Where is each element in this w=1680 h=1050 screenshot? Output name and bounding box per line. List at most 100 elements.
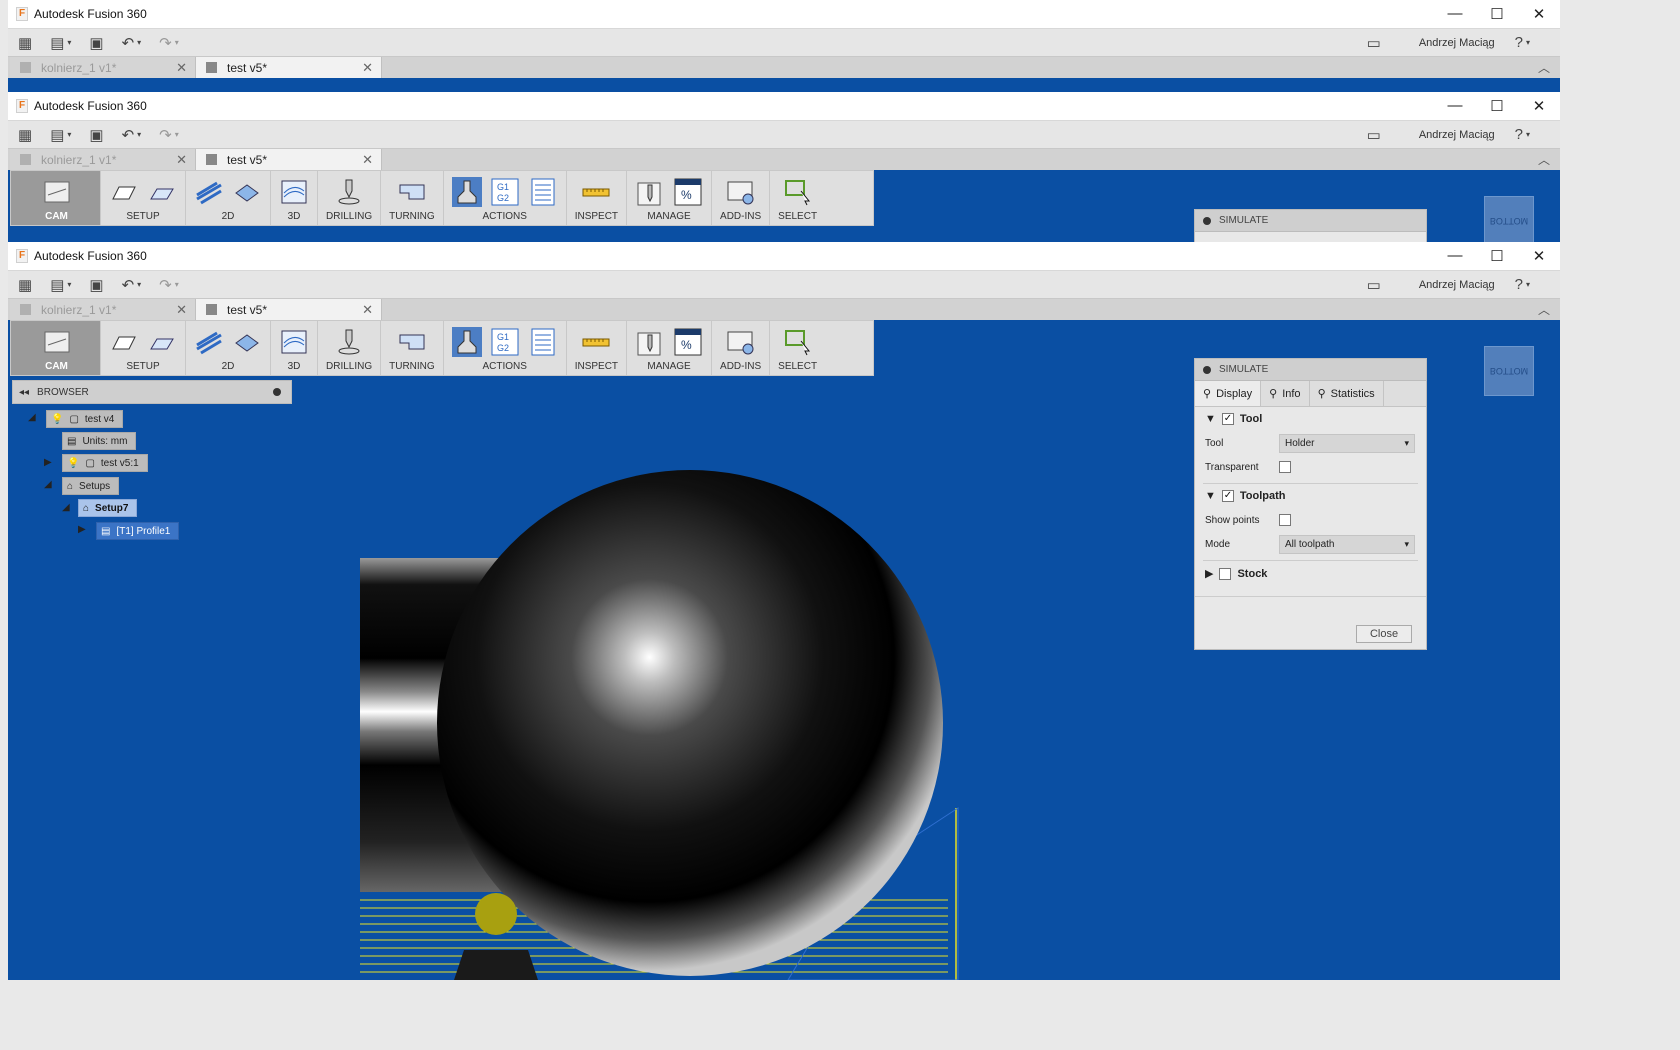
manage-menu[interactable]: % MANAGE bbox=[627, 321, 713, 375]
stock-section-header[interactable]: ▶ Stock bbox=[1195, 561, 1426, 586]
maximize-button[interactable]: ☐ bbox=[1476, 247, 1518, 265]
inspect-menu[interactable]: INSPECT bbox=[567, 321, 628, 375]
collapse-panel-icon[interactable] bbox=[1203, 365, 1211, 374]
setup-menu[interactable]: SETUP bbox=[101, 321, 186, 375]
close-window-button[interactable]: ✕ bbox=[1518, 97, 1560, 115]
3d-menu[interactable]: 3D bbox=[271, 321, 318, 375]
expand-root-icon[interactable]: ◢ bbox=[28, 412, 36, 423]
tree-node-root[interactable]: 💡 ▢ test v4 bbox=[46, 410, 124, 428]
app-grid-icon[interactable]: ▦ bbox=[18, 126, 32, 144]
tree-node-setup7[interactable]: ⌂ Setup7 bbox=[78, 499, 138, 517]
viewcube[interactable]: BOTTOM bbox=[1484, 196, 1534, 244]
browser-panel-header[interactable]: ◂◂ BROWSER bbox=[12, 380, 292, 404]
collapse-icon[interactable]: ︿ bbox=[1538, 301, 1560, 318]
comments-icon[interactable]: ▭ bbox=[1367, 126, 1381, 144]
addins-menu[interactable]: ADD-INS bbox=[712, 171, 771, 225]
canvas[interactable]: CAM SETUP 2D 3D DRILLING TURNING G1 G2 ACT… bbox=[8, 170, 1560, 244]
2d-menu[interactable]: 2D bbox=[186, 321, 271, 375]
save-icon[interactable]: ▣ bbox=[89, 276, 103, 294]
close-tab-icon[interactable]: ✕ bbox=[176, 60, 187, 76]
actions-menu[interactable]: G1 G2 ACTIONS bbox=[444, 321, 567, 375]
close-window-button[interactable]: ✕ bbox=[1518, 5, 1560, 23]
addins-menu[interactable]: ADD-INS bbox=[712, 321, 771, 375]
tab-info[interactable]: ⚲ Info bbox=[1261, 381, 1310, 406]
close-tab-icon[interactable]: ✕ bbox=[362, 302, 373, 318]
file-menu-icon[interactable]: ▤ ▾ bbox=[50, 276, 71, 294]
tree-node-setups[interactable]: ⌂ Setups bbox=[62, 477, 120, 495]
select-menu[interactable]: SELECT bbox=[770, 171, 825, 225]
setup-menu[interactable]: SETUP bbox=[101, 171, 186, 225]
tab-statistics[interactable]: ⚲ Statistics bbox=[1310, 381, 1384, 406]
redo-icon[interactable]: ↷ ▾ bbox=[159, 126, 179, 144]
comments-icon[interactable]: ▭ bbox=[1367, 34, 1381, 52]
tab-kolnierz[interactable]: kolnierz_1 v1* ✕ bbox=[10, 299, 196, 320]
2d-menu[interactable]: 2D bbox=[186, 171, 271, 225]
workspace-cam-button[interactable]: CAM bbox=[11, 321, 101, 375]
tool-section-header[interactable]: ▼ ✓ Tool bbox=[1195, 407, 1426, 431]
help-icon[interactable]: ? ▾ bbox=[1515, 276, 1530, 293]
tool-checkbox[interactable]: ✓ bbox=[1221, 413, 1234, 425]
expand-setups-icon[interactable]: ◢ bbox=[44, 479, 52, 490]
workspace-cam-button[interactable]: CAM bbox=[11, 171, 101, 225]
stock-checkbox[interactable] bbox=[1219, 567, 1232, 580]
collapse-panel-icon[interactable] bbox=[1203, 216, 1211, 225]
minimize-button[interactable]: — bbox=[1434, 97, 1476, 115]
file-menu-icon[interactable]: ▤ ▾ bbox=[50, 126, 71, 144]
manage-menu[interactable]: % MANAGE bbox=[627, 171, 713, 225]
show-points-checkbox[interactable] bbox=[1279, 514, 1291, 526]
file-menu-icon[interactable]: ▤ ▾ bbox=[50, 34, 71, 52]
app-grid-icon[interactable]: ▦ bbox=[18, 34, 32, 52]
canvas[interactable]: CAM SETUP 2D 3D DRILLING TURNING G1 G2 ACT… bbox=[8, 320, 1560, 980]
close-tab-icon[interactable]: ✕ bbox=[176, 152, 187, 168]
inspect-menu[interactable]: INSPECT bbox=[567, 171, 628, 225]
help-icon[interactable]: ? ▾ bbox=[1515, 126, 1530, 143]
save-icon[interactable]: ▣ bbox=[89, 126, 103, 144]
collapse-icon[interactable]: ︿ bbox=[1538, 59, 1560, 76]
user-menu[interactable]: Andrzej Maciąg bbox=[1419, 279, 1495, 291]
close-button[interactable]: Close bbox=[1356, 625, 1412, 643]
minimize-browser-icon[interactable] bbox=[273, 388, 281, 396]
toolpath-section-header[interactable]: ▼ ✓ Toolpath bbox=[1195, 484, 1426, 508]
viewcube[interactable]: BOTTOM bbox=[1484, 346, 1534, 396]
turning-menu[interactable]: TURNING bbox=[381, 321, 444, 375]
app-grid-icon[interactable]: ▦ bbox=[18, 276, 32, 294]
turning-menu[interactable]: TURNING bbox=[381, 171, 444, 225]
undo-icon[interactable]: ↶ ▾ bbox=[122, 276, 142, 294]
visibility-bulb-icon[interactable]: 💡 bbox=[67, 458, 79, 469]
comments-icon[interactable]: ▭ bbox=[1367, 276, 1381, 294]
tab-test-v5[interactable]: test v5* ✕ bbox=[196, 57, 382, 78]
tree-node-profile[interactable]: ▤ [T1] Profile1 bbox=[96, 522, 180, 540]
expand-setup7-icon[interactable]: ◢ bbox=[62, 502, 70, 513]
close-tab-icon[interactable]: ✕ bbox=[176, 302, 187, 318]
collapse-browser-icon[interactable]: ◂◂ bbox=[19, 387, 29, 398]
close-tab-icon[interactable]: ✕ bbox=[362, 152, 373, 168]
redo-icon[interactable]: ↷ ▾ bbox=[159, 276, 179, 294]
tab-kolnierz[interactable]: kolnierz_1 v1* ✕ bbox=[10, 57, 196, 78]
drilling-button[interactable]: DRILLING bbox=[318, 171, 382, 225]
redo-icon[interactable]: ↷ ▾ bbox=[159, 34, 179, 52]
expand-profile-icon[interactable]: ▶ bbox=[78, 524, 86, 535]
minimize-button[interactable]: — bbox=[1434, 5, 1476, 23]
close-tab-icon[interactable]: ✕ bbox=[362, 60, 373, 76]
mode-select[interactable]: All toolpath bbox=[1279, 534, 1415, 554]
maximize-button[interactable]: ☐ bbox=[1476, 97, 1518, 115]
maximize-button[interactable]: ☐ bbox=[1476, 5, 1518, 23]
transparent-checkbox[interactable] bbox=[1279, 461, 1291, 473]
tree-node-units[interactable]: ▤ Units: mm bbox=[62, 432, 137, 450]
actions-menu[interactable]: G1 G2 ACTIONS bbox=[444, 171, 567, 225]
3d-menu[interactable]: 3D bbox=[271, 171, 318, 225]
save-icon[interactable]: ▣ bbox=[89, 34, 103, 52]
select-menu[interactable]: SELECT bbox=[770, 321, 825, 375]
close-window-button[interactable]: ✕ bbox=[1518, 247, 1560, 265]
help-icon[interactable]: ? ▾ bbox=[1515, 34, 1530, 51]
user-menu[interactable]: Andrzej Maciąg bbox=[1419, 37, 1495, 49]
tab-test-v5[interactable]: test v5* ✕ bbox=[196, 149, 382, 170]
tab-test-v5[interactable]: test v5* ✕ bbox=[196, 299, 382, 320]
collapse-icon[interactable]: ︿ bbox=[1538, 151, 1560, 168]
minimize-button[interactable]: — bbox=[1434, 247, 1476, 265]
toolpath-checkbox[interactable]: ✓ bbox=[1221, 490, 1234, 502]
tab-display[interactable]: ⚲ Display bbox=[1195, 381, 1262, 406]
drilling-button[interactable]: DRILLING bbox=[318, 321, 382, 375]
tool-select[interactable]: Holder bbox=[1279, 433, 1415, 453]
expand-body-icon[interactable]: ▶ bbox=[44, 457, 52, 468]
